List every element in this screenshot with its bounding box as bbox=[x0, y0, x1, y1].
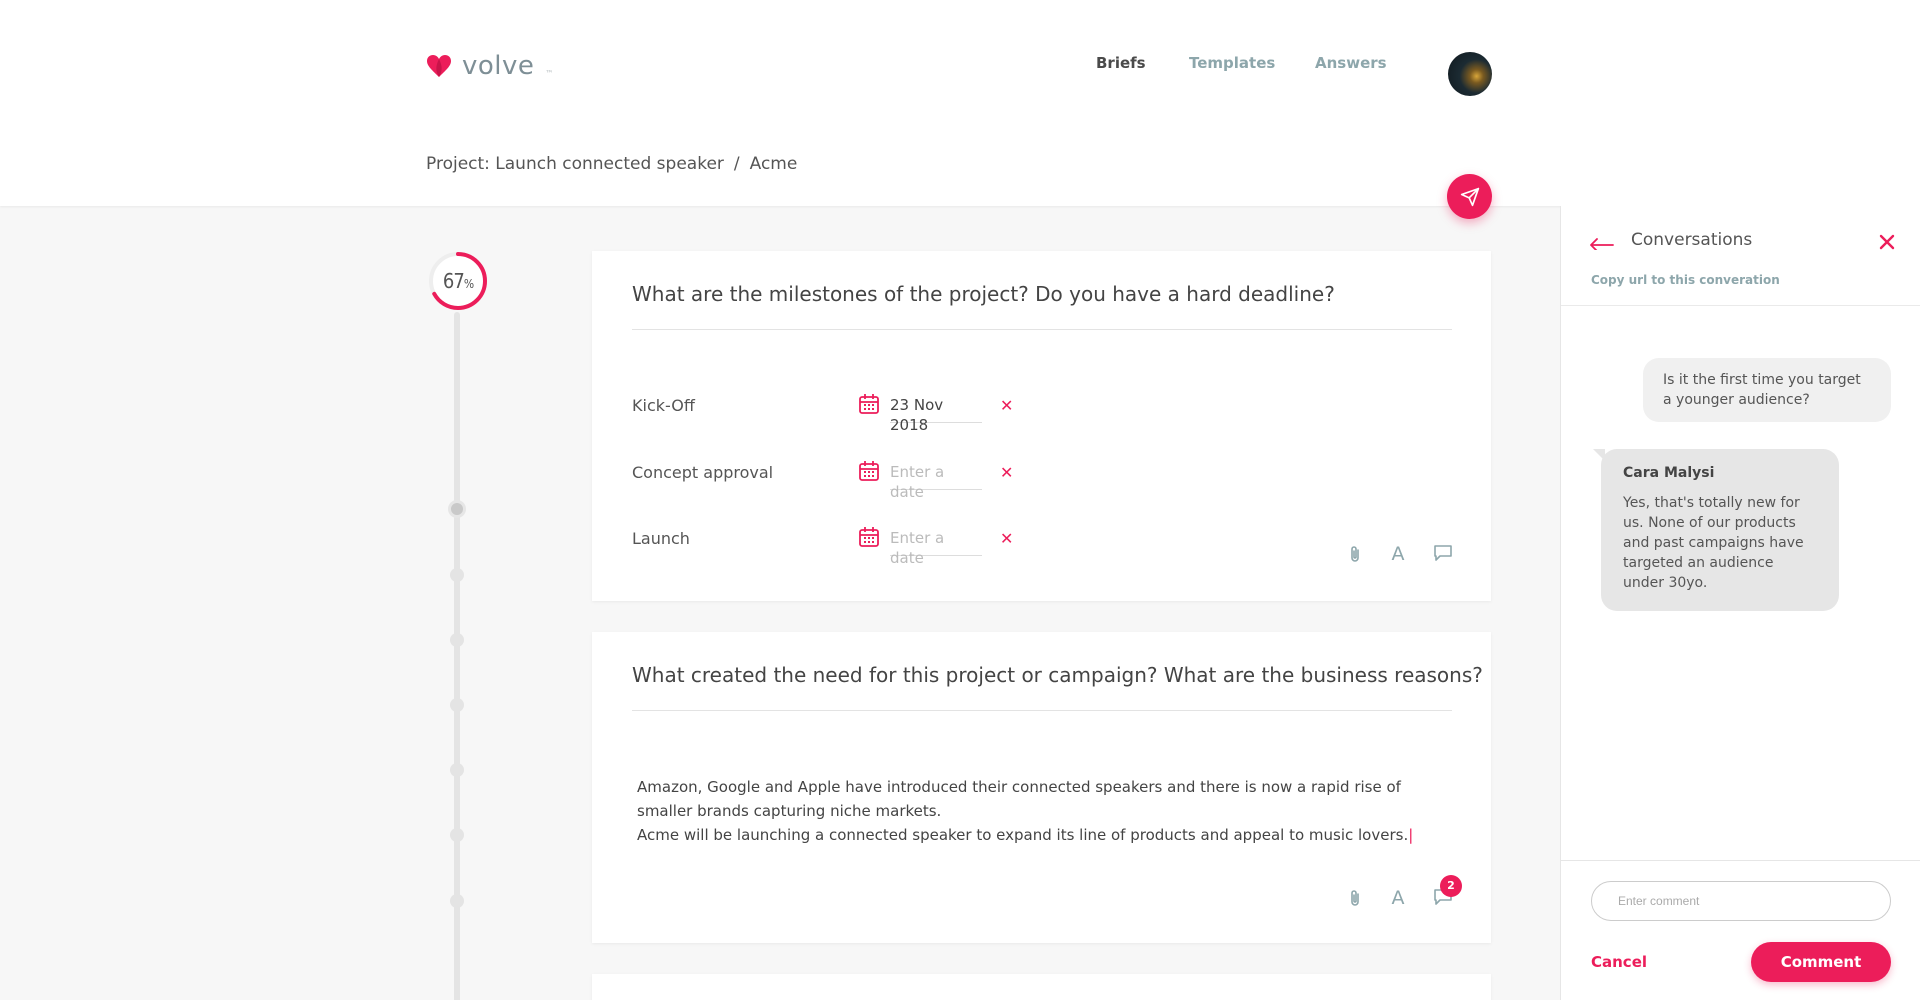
send-button[interactable] bbox=[1447, 174, 1492, 219]
attach-button[interactable] bbox=[1344, 543, 1366, 565]
paperclip-icon bbox=[1351, 890, 1359, 906]
comment-icon bbox=[1434, 545, 1452, 561]
text-format-button[interactable]: A bbox=[1387, 543, 1409, 565]
calendar-icon[interactable] bbox=[858, 460, 880, 482]
progress-label: 67% bbox=[428, 251, 488, 311]
comment-count-badge[interactable]: 2 bbox=[1440, 875, 1462, 897]
message-author: Cara Malysi bbox=[1623, 465, 1715, 481]
timeline-step[interactable] bbox=[450, 633, 464, 647]
divider bbox=[632, 710, 1452, 711]
question-title: What created the need for this project o… bbox=[632, 663, 1483, 687]
avatar[interactable] bbox=[1448, 52, 1492, 96]
breadcrumb-project[interactable]: Project: Launch connected speaker bbox=[426, 154, 724, 174]
comment-input[interactable] bbox=[1591, 881, 1891, 921]
question-card-business-reasons: What created the need for this project o… bbox=[592, 632, 1491, 943]
copy-url-link[interactable]: Copy url to this converation bbox=[1591, 273, 1780, 287]
send-icon bbox=[1460, 187, 1479, 206]
timeline-step-current[interactable] bbox=[448, 500, 466, 518]
milestone-date-input[interactable]: Enter a date bbox=[890, 528, 982, 567]
remove-milestone-date[interactable]: ✕ bbox=[1000, 531, 1013, 547]
text-format-button[interactable]: A bbox=[1387, 887, 1409, 909]
timeline-step[interactable] bbox=[450, 568, 464, 582]
timeline-step[interactable] bbox=[450, 828, 464, 842]
message-text: Yes, that's totally new for us. None of … bbox=[1623, 495, 1804, 591]
heart-logo-icon bbox=[427, 55, 451, 77]
conversations-header: Conversations Copy url to this converati… bbox=[1561, 206, 1920, 306]
milestone-label: Launch bbox=[632, 529, 690, 548]
text-format-icon: A bbox=[1391, 887, 1405, 909]
attach-button[interactable] bbox=[1344, 887, 1366, 909]
remove-milestone-date[interactable]: ✕ bbox=[1000, 465, 1013, 481]
cancel-button[interactable]: Cancel bbox=[1591, 953, 1647, 971]
text-cursor: | bbox=[1408, 826, 1414, 844]
timeline-step[interactable] bbox=[450, 698, 464, 712]
conversations-panel: Conversations Copy url to this converati… bbox=[1560, 206, 1920, 1000]
breadcrumb: Project: Launch connected speaker / Acme bbox=[426, 154, 797, 174]
back-arrow-icon[interactable] bbox=[1589, 236, 1615, 250]
comment-button[interactable] bbox=[1432, 542, 1454, 564]
question-card-next bbox=[592, 974, 1491, 1000]
milestone-date-input[interactable]: 23 Nov 2018 bbox=[890, 395, 982, 434]
progress-unit: % bbox=[463, 277, 474, 291]
comment-composer: Cancel Comment bbox=[1561, 860, 1920, 1000]
answer-text[interactable]: Amazon, Google and Apple have introduced… bbox=[637, 775, 1457, 847]
comment-submit-button[interactable]: Comment bbox=[1751, 942, 1891, 982]
logo[interactable]: volve ™ bbox=[426, 51, 553, 81]
answer-line: Acme will be launching a connected speak… bbox=[637, 826, 1409, 844]
close-icon[interactable] bbox=[1879, 234, 1895, 250]
answer-line: Amazon, Google and Apple have introduced… bbox=[637, 778, 1401, 820]
nav-templates[interactable]: Templates bbox=[1189, 54, 1275, 72]
conversations-title: Conversations bbox=[1631, 230, 1753, 250]
timeline-step[interactable] bbox=[450, 894, 464, 908]
breadcrumb-separator: / bbox=[733, 154, 740, 174]
top-bar: volve ™ Briefs Templates Answers Project:… bbox=[0, 0, 1920, 206]
answer-line-last: Acme will be launching a connected speak… bbox=[637, 823, 1457, 847]
question-title: What are the milestones of the project? … bbox=[632, 282, 1335, 306]
milestone-label: Kick-Off bbox=[632, 396, 695, 415]
calendar-icon[interactable] bbox=[858, 526, 880, 548]
timeline-step[interactable] bbox=[450, 763, 464, 777]
progress-value: 67 bbox=[442, 269, 465, 293]
nav-answers[interactable]: Answers bbox=[1315, 54, 1387, 72]
question-card-milestones: What are the milestones of the project? … bbox=[592, 251, 1491, 601]
paperclip-icon bbox=[1351, 546, 1359, 562]
breadcrumb-client[interactable]: Acme bbox=[750, 154, 798, 174]
milestone-date-input[interactable]: Enter a date bbox=[890, 462, 982, 501]
calendar-icon[interactable] bbox=[858, 393, 880, 415]
text-format-icon: A bbox=[1391, 543, 1405, 565]
remove-milestone-date[interactable]: ✕ bbox=[1000, 398, 1013, 414]
logo-trademark: ™ bbox=[545, 68, 554, 78]
milestone-label: Concept approval bbox=[632, 463, 774, 482]
nav-briefs[interactable]: Briefs bbox=[1096, 54, 1146, 72]
logo-text: volve bbox=[462, 51, 535, 81]
message-outgoing: Is it the first time you target a younge… bbox=[1643, 358, 1891, 422]
message-incoming: Cara Malysi Yes, that's totally new for … bbox=[1593, 449, 1839, 611]
divider bbox=[632, 329, 1452, 330]
